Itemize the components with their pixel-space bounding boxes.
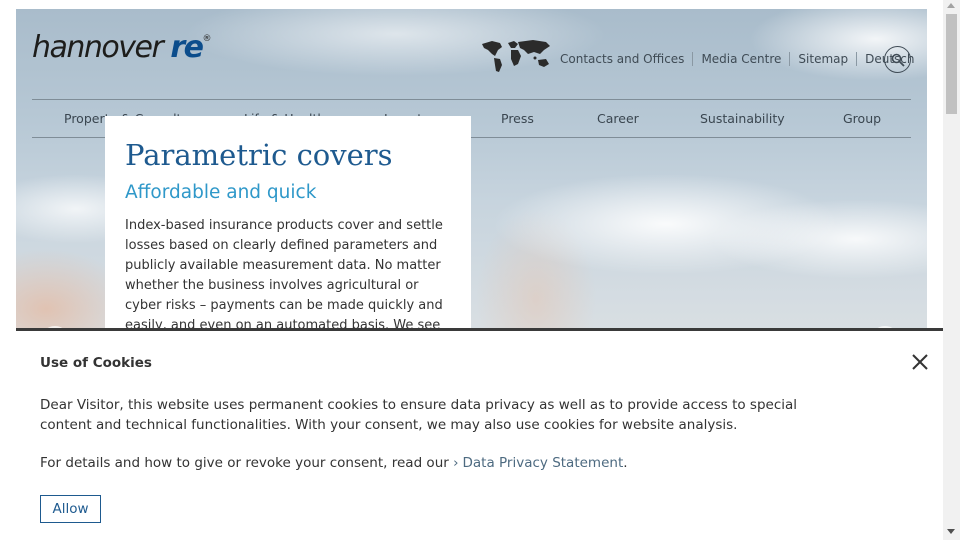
media-centre-link[interactable]: Media Centre xyxy=(693,52,791,66)
utility-nav: Contacts and Offices Media Centre Sitema… xyxy=(560,52,923,66)
nav-press[interactable]: Press xyxy=(501,111,534,126)
scroll-thumb[interactable] xyxy=(946,14,957,114)
cookie-description: Dear Visitor, this website uses permanen… xyxy=(40,397,798,433)
nav-group[interactable]: Group xyxy=(843,111,881,126)
cookie-details-suffix: . xyxy=(623,455,628,471)
world-map-icon[interactable] xyxy=(478,38,554,76)
sitemap-link[interactable]: Sitemap xyxy=(790,52,858,66)
hero-subtitle: Affordable and quick xyxy=(125,182,317,203)
logo-registered: ® xyxy=(202,34,212,44)
hero-body-text: Index-based insurance products cover and… xyxy=(125,218,443,333)
scroll-up-arrow-icon[interactable] xyxy=(947,3,955,8)
hannover-re-logo[interactable]: hannover re® xyxy=(32,30,212,65)
page-scrollbar[interactable] xyxy=(943,0,960,540)
cookie-title: Use of Cookies xyxy=(40,355,152,371)
hero-title: Parametric covers xyxy=(125,138,393,172)
chevron-right-icon: › xyxy=(453,455,459,471)
logo-re: re xyxy=(170,30,204,65)
data-privacy-link[interactable]: › Data Privacy Statement xyxy=(453,455,623,471)
nav-sustainability[interactable]: Sustainability xyxy=(700,111,785,126)
nav-career[interactable]: Career xyxy=(597,111,639,126)
logo-text: hannover xyxy=(32,30,164,65)
hero-content-card: Parametric covers Affordable and quick I… xyxy=(105,116,471,333)
cookie-details-prefix: For details and how to give or revoke yo… xyxy=(40,455,449,471)
contacts-offices-link[interactable]: Contacts and Offices xyxy=(560,52,694,66)
data-privacy-link-label: Data Privacy Statement xyxy=(462,455,624,471)
search-icon xyxy=(891,53,905,67)
allow-cookies-button[interactable]: Allow xyxy=(40,495,101,523)
search-button[interactable] xyxy=(884,46,911,73)
cookie-details: For details and how to give or revoke yo… xyxy=(40,455,628,471)
scroll-down-arrow-icon[interactable] xyxy=(947,529,955,534)
cookie-banner: Use of Cookies Dear Visitor, this websit… xyxy=(16,328,943,540)
close-icon[interactable] xyxy=(911,353,929,371)
